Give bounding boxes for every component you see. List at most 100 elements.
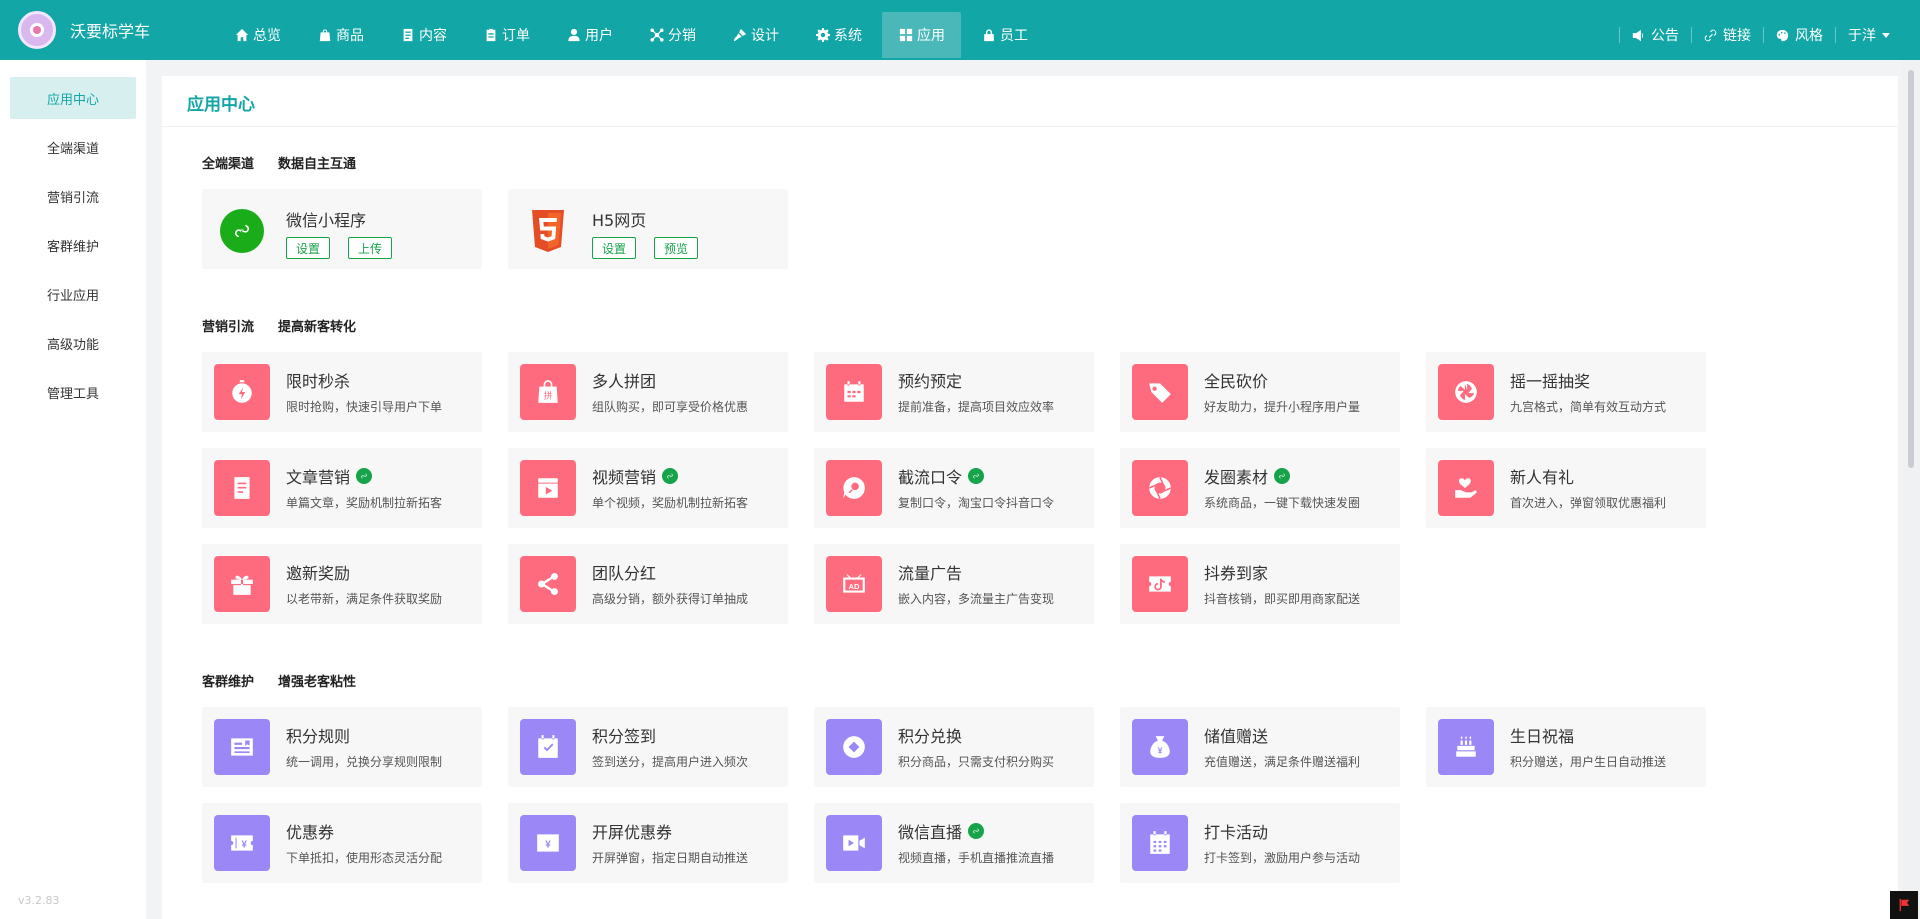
app-title: 优惠券	[286, 819, 334, 843]
app-card-wechat-live[interactable]: 微信直播 视频直播，手机直播推流直播	[814, 803, 1094, 883]
brush-icon	[732, 28, 747, 43]
app-card-coupon[interactable]: ¥ 优惠券 下单抵扣，使用形态灵活分配	[202, 803, 482, 883]
app-card-intercept-code[interactable]: 截流口令 复制口令，淘宝口令抖音口令	[814, 448, 1094, 528]
section-title: 营销引流	[202, 320, 255, 335]
app-card-traffic-ads[interactable]: AD 流量广告 嵌入内容，多流量主广告变现	[814, 544, 1094, 624]
app-card-bargain[interactable]: 全民砍价 好友助力，提升小程序用户量	[1120, 352, 1400, 432]
app-card-team-dividend[interactable]: 团队分红 高级分销，额外获得订单抽成	[508, 544, 788, 624]
app-card-splash-coupon[interactable]: ¥ 开屏优惠券 开屏弹窗，指定日期自动推送	[508, 803, 788, 883]
nav-label: 系统	[834, 28, 862, 44]
divider	[1835, 27, 1836, 43]
app-card-article-marketing[interactable]: 文章营销 单篇文章，奖励机制拉新拓客	[202, 448, 482, 528]
article-icon	[214, 460, 270, 516]
page-scrollbar[interactable]	[1902, 60, 1920, 919]
app-card-checkin-activity[interactable]: 打卡活动 打卡签到，激励用户参与活动	[1120, 803, 1400, 883]
app-description: 首次进入，弹窗领取优惠福利	[1510, 496, 1667, 510]
link-button[interactable]: 链接	[1704, 25, 1751, 45]
app-description: 组队购买，即可享受价格优惠	[592, 400, 749, 414]
gear-icon	[815, 28, 830, 43]
nav-item-overview[interactable]: 总览	[218, 12, 297, 58]
gift-icon	[214, 556, 270, 612]
diamond-coin-icon	[826, 719, 882, 775]
stopwatch-icon	[214, 364, 270, 420]
h5-preview-button[interactable]: 预览	[654, 237, 699, 259]
app-description: 下单抵扣，使用形态灵活分配	[286, 851, 443, 865]
app-card-moments-material[interactable]: 发圈素材 系统商品，一键下载快速发圈	[1120, 448, 1400, 528]
app-card-flash-sale[interactable]: 限时秒杀 限时抢购，快速引导用户下单	[202, 352, 482, 432]
app-card-stored-value[interactable]: ¥ 储值赠送 充值赠送，满足条件赠送福利	[1120, 707, 1400, 787]
app-title: 抖券到家	[1204, 560, 1268, 584]
calendar-grid-icon	[1132, 815, 1188, 871]
h5-settings-button[interactable]: 设置	[592, 237, 637, 259]
html5-icon	[532, 210, 564, 252]
brand[interactable]: 沃要标学车	[18, 10, 150, 50]
app-card-points-checkin[interactable]: 积分签到 签到送分，提高用户进入频次	[508, 707, 788, 787]
style-button[interactable]: 风格	[1776, 25, 1823, 45]
nav-item-content[interactable]: 内容	[384, 12, 463, 58]
wechat-settings-button[interactable]: 设置	[286, 237, 331, 259]
app-card-points-rules[interactable]: 积分规则 统一调用，兑换分享规则限制	[202, 707, 482, 787]
nav-label: 应用	[917, 28, 945, 44]
nav-item-orders[interactable]: 订单	[467, 12, 546, 58]
mini-program-badge-icon	[356, 468, 373, 484]
app-card-lottery[interactable]: 摇一摇抽奖 九宫格式，简单有效互动方式	[1426, 352, 1706, 432]
app-card-birthday[interactable]: 生日祝福 积分赠送，用户生日自动推送	[1426, 707, 1706, 787]
app-title: 截流口令	[898, 464, 985, 488]
section-marketing-heading: 营销引流 提高新客转化	[202, 316, 356, 335]
section-subtitle: 数据自主互通	[278, 157, 357, 172]
style-label: 风格	[1795, 28, 1823, 44]
live-icon	[826, 815, 882, 871]
app-title-text: 储值赠送	[1204, 727, 1269, 746]
svg-text:AD: AD	[849, 582, 860, 591]
app-title-text: 团队分红	[592, 564, 657, 583]
tag-cut-icon	[1132, 364, 1188, 420]
app-card-group-buy[interactable]: 拼 多人拼团 组队购买，即可享受价格优惠	[508, 352, 788, 432]
svg-text:¥: ¥	[545, 839, 551, 850]
sidebar-item-marketing[interactable]: 营销引流	[10, 175, 136, 217]
page-title: 应用中心	[187, 95, 255, 115]
sidebar-item-tools[interactable]: 管理工具	[10, 371, 136, 413]
app-description: 积分赠送，用户生日自动推送	[1510, 755, 1667, 769]
app-card-video-marketing[interactable]: 视频营销 单个视频，奖励机制拉新拓客	[508, 448, 788, 528]
app-description: 以老带新，满足条件获取奖励	[286, 592, 443, 606]
nav-item-distribution[interactable]: 分销	[633, 12, 712, 58]
nav-item-staff[interactable]: 员工	[965, 12, 1044, 58]
sidebar: 应用中心 全端渠道 营销引流 客群维护 行业应用 高级功能 管理工具 v3.2.…	[0, 60, 146, 919]
scrollbar-thumb[interactable]	[1908, 70, 1914, 468]
nav-item-users[interactable]: 用户	[550, 12, 629, 58]
corner-flag-button[interactable]	[1890, 891, 1918, 919]
app-title-text: 优惠券	[286, 823, 335, 842]
sidebar-item-industry[interactable]: 行业应用	[10, 273, 136, 315]
sidebar-item-channels[interactable]: 全端渠道	[10, 126, 136, 168]
grid-icon	[898, 28, 913, 43]
app-title: 积分规则	[286, 723, 350, 747]
app-card-booking[interactable]: 预约预定 提前准备，提高项目效应效率	[814, 352, 1094, 432]
section-title: 全端渠道	[202, 157, 255, 172]
app-description: 积分商品，只需支付积分购买	[898, 755, 1055, 769]
app-card-douyin-coupon[interactable]: 抖券到家 抖音核销，即买即用商家配送	[1120, 544, 1400, 624]
brand-name: 沃要标学车	[70, 22, 151, 41]
app-description: 充值赠送，满足条件赠送福利	[1204, 755, 1361, 769]
sidebar-item-retention[interactable]: 客群维护	[10, 224, 136, 266]
version-label: v3.2.83	[18, 894, 60, 907]
notice-button[interactable]: 公告	[1632, 25, 1679, 45]
sidebar-item-advanced[interactable]: 高级功能	[10, 322, 136, 364]
mini-program-badge-icon	[1274, 468, 1291, 484]
header-tools: 公告 链接 风格 于洋	[1607, 12, 1890, 58]
group-bag-icon: 拼	[520, 364, 576, 420]
nav-item-apps[interactable]: 应用	[882, 12, 961, 58]
app-card-invite-reward[interactable]: 邀新奖励 以老带新，满足条件获取奖励	[202, 544, 482, 624]
user-menu[interactable]: 于洋	[1848, 25, 1890, 45]
app-title-text: 视频营销	[592, 468, 657, 487]
nav-item-design[interactable]: 设计	[716, 12, 795, 58]
app-card-new-user-gift[interactable]: 新人有礼 首次进入，弹窗领取优惠福利	[1426, 448, 1706, 528]
nav-item-products[interactable]: 商品	[301, 12, 380, 58]
speaker-icon	[1632, 29, 1644, 41]
app-title-text: 摇一摇抽奖	[1510, 372, 1591, 391]
wechat-upload-button[interactable]: 上传	[348, 237, 393, 259]
app-title: 视频营销	[592, 464, 679, 488]
nav-item-system[interactable]: 系统	[799, 12, 878, 58]
app-card-points-exchange[interactable]: 积分兑换 积分商品，只需支付积分购买	[814, 707, 1094, 787]
sidebar-item-app-center[interactable]: 应用中心	[10, 77, 136, 119]
app-title-text: 全民砍价	[1204, 372, 1269, 391]
